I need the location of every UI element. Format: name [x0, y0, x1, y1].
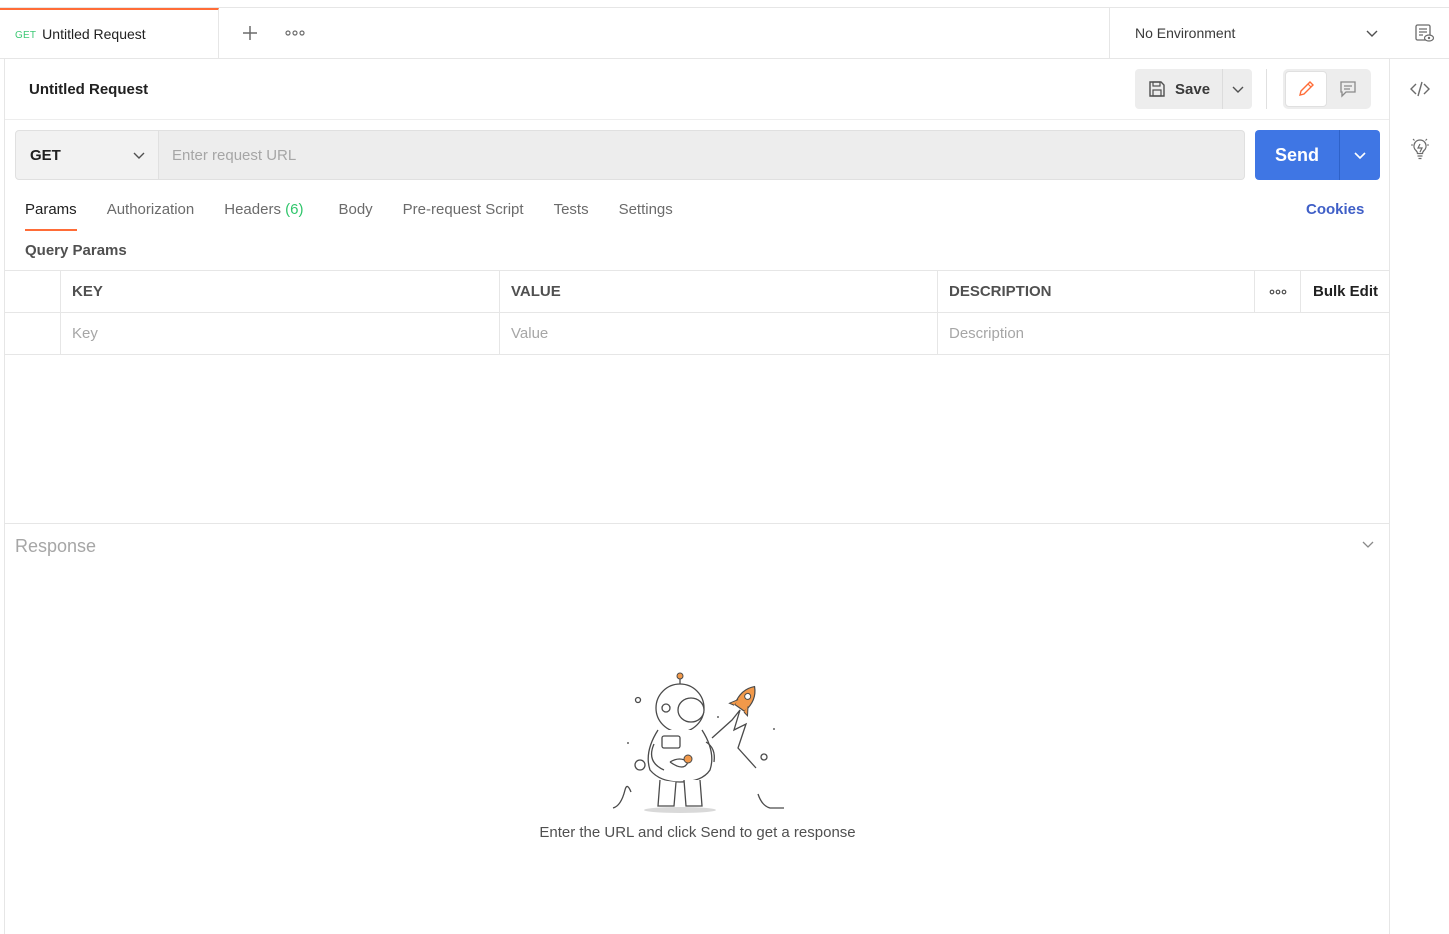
- tab-method: GET: [15, 29, 37, 41]
- tab-tests[interactable]: Tests: [554, 196, 589, 231]
- astronaut-illustration: [612, 672, 784, 813]
- table-row: Key Value Description: [5, 313, 1390, 355]
- response-collapse-button[interactable]: [1360, 536, 1376, 555]
- tab-options-button[interactable]: [278, 16, 312, 50]
- tab-pre-request-script[interactable]: Pre-request Script: [403, 196, 524, 231]
- value-column-header: VALUE: [511, 283, 561, 300]
- chevron-down-icon: [1354, 152, 1366, 160]
- save-button[interactable]: Save: [1135, 69, 1222, 109]
- tab-params[interactable]: Params: [25, 196, 77, 231]
- table-options-button[interactable]: [1255, 271, 1301, 312]
- method-select[interactable]: GET: [15, 130, 159, 180]
- response-panel: Response Enter the URL and click Send to…: [5, 523, 1390, 934]
- table-header-row: KEY VALUE DESCRIPTION Bulk Edit: [5, 271, 1390, 313]
- save-disk-icon: [1149, 81, 1165, 97]
- tab-authorization[interactable]: Authorization: [107, 196, 195, 231]
- key-column-header: KEY: [72, 283, 103, 300]
- checkbox-column-header: [5, 271, 61, 312]
- request-tabs: Params Authorization Headers (6) Body Pr…: [25, 196, 703, 231]
- tab-headers[interactable]: Headers (6): [224, 196, 303, 231]
- query-params-table: KEY VALUE DESCRIPTION Bulk Edit Key Valu…: [5, 270, 1390, 355]
- tab-untitled-request[interactable]: GET Untitled Request: [0, 8, 219, 58]
- query-params-label: Query Params: [25, 242, 127, 259]
- url-input[interactable]: [159, 130, 1245, 180]
- code-icon: [1410, 81, 1430, 97]
- environment-quick-look-button[interactable]: [1399, 8, 1449, 58]
- url-bar: GET: [15, 130, 1245, 180]
- response-title: Response: [15, 536, 97, 556]
- tab-settings[interactable]: Settings: [619, 196, 673, 231]
- value-input[interactable]: Value: [500, 313, 938, 354]
- save-group: Save: [1135, 69, 1253, 109]
- bulk-edit-button[interactable]: Bulk Edit: [1301, 271, 1390, 312]
- lightbulb-icon: [1411, 138, 1429, 160]
- edit-mode-button[interactable]: [1285, 71, 1327, 107]
- mode-switch: [1283, 69, 1371, 109]
- comments-mode-button[interactable]: [1327, 71, 1369, 107]
- comment-icon: [1340, 81, 1356, 98]
- environment-label: No Environment: [1135, 25, 1236, 41]
- related-info-button[interactable]: [1390, 119, 1449, 179]
- response-empty-message: Enter the URL and click Send to get a re…: [539, 824, 856, 841]
- method-label: GET: [30, 146, 61, 164]
- send-group: Send: [1255, 130, 1380, 180]
- request-title[interactable]: Untitled Request: [29, 81, 148, 98]
- request-header: Untitled Request Save: [5, 59, 1389, 120]
- request-panel: Untitled Request Save GET Send: [4, 59, 1390, 934]
- environment-eye-icon: [1415, 24, 1435, 42]
- header-divider: [1266, 69, 1267, 109]
- environment-select[interactable]: No Environment: [1109, 8, 1399, 58]
- code-snippet-button[interactable]: [1390, 59, 1449, 119]
- more-horizontal-icon: [285, 30, 305, 36]
- tab-bar: GET Untitled Request No Environment: [0, 8, 1449, 59]
- chevron-down-icon: [1362, 541, 1374, 548]
- description-column-header: DESCRIPTION: [949, 283, 1052, 300]
- chevron-down-icon: [133, 152, 145, 159]
- plus-icon: [243, 26, 257, 40]
- send-options-button[interactable]: [1339, 130, 1380, 180]
- headers-count: (6): [285, 201, 304, 218]
- save-label: Save: [1175, 80, 1211, 98]
- description-input[interactable]: Description: [938, 313, 1390, 354]
- right-sidebar: [1389, 59, 1449, 934]
- window-top-edge: [0, 0, 1449, 8]
- tab-title: Untitled Request: [42, 26, 146, 42]
- tab-body[interactable]: Body: [338, 196, 372, 231]
- chevron-down-icon: [1232, 86, 1244, 93]
- row-checkbox-cell: [5, 313, 61, 354]
- send-button[interactable]: Send: [1255, 130, 1339, 180]
- more-horizontal-icon: [1269, 289, 1286, 294]
- save-options-button[interactable]: [1222, 69, 1252, 109]
- cookies-link[interactable]: Cookies: [1306, 201, 1364, 218]
- key-input[interactable]: Key: [61, 313, 500, 354]
- new-tab-button[interactable]: [233, 16, 267, 50]
- tab-actions: [219, 8, 312, 58]
- pencil-icon: [1299, 81, 1314, 96]
- chevron-down-icon: [1366, 30, 1378, 37]
